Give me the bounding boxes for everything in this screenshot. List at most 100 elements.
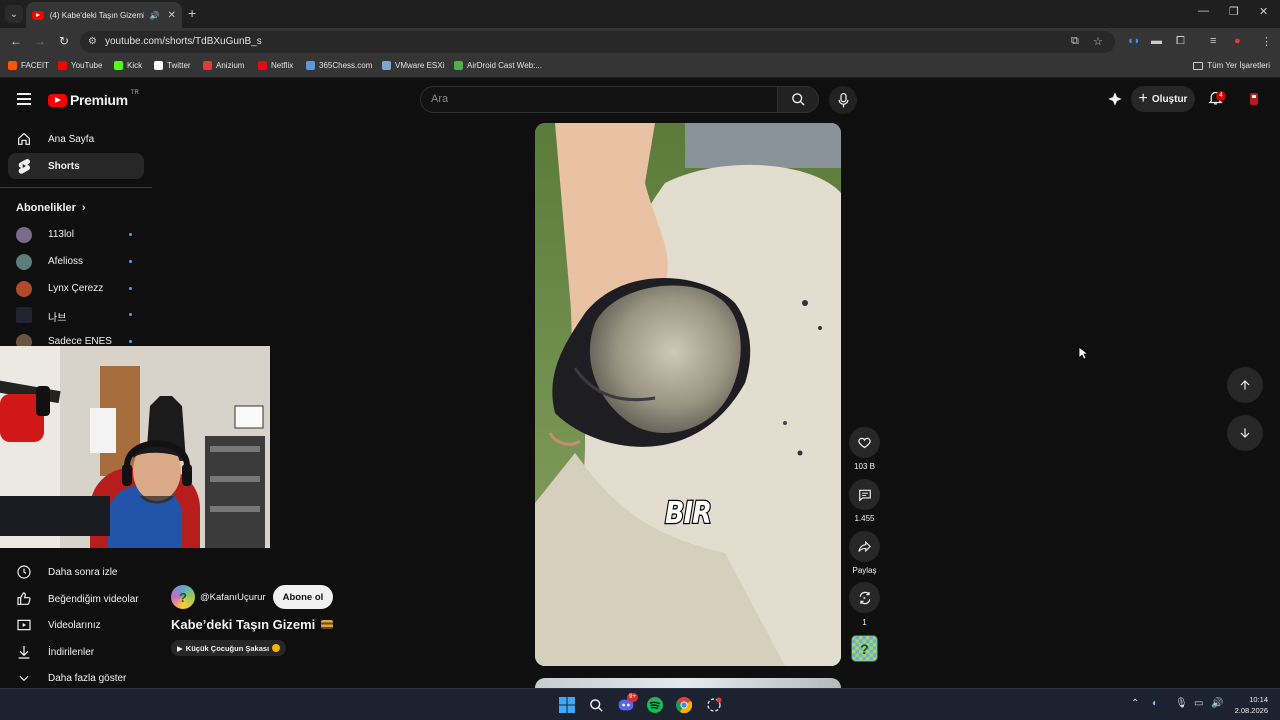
system-clock[interactable]: 10:14 2.08.2026 xyxy=(1228,694,1268,716)
subscriptions-header[interactable]: Abonelikler › xyxy=(16,202,86,214)
comments-button[interactable] xyxy=(849,479,880,510)
sound-thumbnail[interactable]: ? xyxy=(851,635,878,662)
share-button[interactable] xyxy=(849,531,880,562)
remix-button[interactable] xyxy=(849,582,880,613)
window-close-icon[interactable]: ✕ xyxy=(1259,5,1268,18)
microphone-tray-icon[interactable]: 🎙 xyxy=(1175,698,1188,709)
browser-tab[interactable]: (4) Kabe'deki Taşın Gizemi 🔊 ✕ xyxy=(26,2,182,28)
back-icon[interactable]: ← xyxy=(8,34,24,48)
shorts-video-player[interactable]: BIR xyxy=(535,123,841,666)
bookmark-twitter[interactable]: Twitter xyxy=(154,61,191,70)
address-bar[interactable]: ⚙ youtube.com/shorts/TdBXuGunB_s ⧉ ☆ xyxy=(80,31,1115,53)
site-info-icon[interactable]: ⚙ xyxy=(88,36,97,47)
channel-avatar[interactable]: ? xyxy=(171,585,195,609)
bookmarks-bar: FACEIT YouTube Kick Twitter Anizium Netf… xyxy=(0,56,1280,78)
chevron-down-icon xyxy=(16,670,32,686)
chrome-menu-icon[interactable]: ⋮ xyxy=(1261,35,1272,48)
play-triangle-icon: ▶ xyxy=(177,643,183,653)
channel-avatar xyxy=(16,227,32,243)
install-app-icon[interactable]: ⧉ xyxy=(1071,35,1079,48)
new-content-dot xyxy=(129,313,132,316)
sidebar-item-downloads[interactable]: İndirilenler xyxy=(8,639,144,665)
account-avatar[interactable] xyxy=(1248,93,1260,105)
extensions-puzzle-icon[interactable]: ⧠ xyxy=(1176,35,1185,48)
kaaba-emoji-icon xyxy=(321,620,334,629)
gemini-sparkle-icon[interactable] xyxy=(1107,91,1123,112)
previous-short-button[interactable] xyxy=(1227,367,1263,403)
subscription-item[interactable]: Lynx Çerezz xyxy=(8,277,144,301)
microphone-icon xyxy=(838,92,848,107)
sidebar-item-home[interactable]: Ana Sayfa xyxy=(8,126,144,152)
shorts-icon xyxy=(16,158,32,174)
profile-icon[interactable]: ● xyxy=(1234,35,1241,47)
like-button[interactable] xyxy=(849,427,880,458)
reload-icon[interactable]: ↻ xyxy=(56,34,72,48)
music-chip[interactable]: ▶ Küçük Çocuğun Şakası xyxy=(171,640,287,656)
browser-toolbar: ← → ↻ ⚙ youtube.com/shorts/TdBXuGunB_s ⧉… xyxy=(0,28,1280,56)
tray-overflow-icon[interactable]: ⌃ xyxy=(1131,698,1139,709)
download-icon xyxy=(16,644,32,660)
spotify-icon[interactable] xyxy=(646,696,664,714)
new-tab-button[interactable]: + xyxy=(188,5,196,21)
channel-avatar xyxy=(16,254,32,270)
bookmark-faceit[interactable]: FACEIT xyxy=(8,61,49,70)
bookmark-airdroid[interactable]: AirDroid Cast Web:... xyxy=(454,61,542,70)
minimize-icon[interactable]: — xyxy=(1198,5,1209,17)
search-input[interactable] xyxy=(431,93,731,105)
bookmark-star-icon[interactable]: ☆ xyxy=(1093,35,1103,48)
subscription-item[interactable]: Afelioss xyxy=(8,250,144,274)
next-short-button[interactable] xyxy=(1227,415,1263,451)
steam-icon[interactable]: ◐ xyxy=(1152,698,1158,709)
url-text: youtube.com/shorts/TdBXuGunB_s xyxy=(105,36,262,47)
voice-search-button[interactable] xyxy=(829,86,857,114)
tab-close-icon[interactable]: ✕ xyxy=(168,10,176,21)
media-control-icon[interactable]: ≡ xyxy=(1210,35,1216,47)
bookmark-kick[interactable]: Kick xyxy=(114,61,142,70)
kick-icon xyxy=(114,61,123,70)
bookmark-vmware[interactable]: VMware ESXi xyxy=(382,61,444,70)
tab-search-icon[interactable]: ⌄ xyxy=(5,5,23,23)
restore-icon[interactable]: ❐ xyxy=(1229,5,1239,18)
windows-start-icon[interactable] xyxy=(558,696,576,714)
subscription-item[interactable]: 113lol xyxy=(8,223,144,247)
sidebar-item-watch-later[interactable]: Daha sonra izle xyxy=(8,559,144,585)
youtube-favicon-icon xyxy=(32,10,44,20)
search-button[interactable] xyxy=(777,86,819,113)
bookmark-365chess[interactable]: 365Chess.com xyxy=(306,61,372,70)
chevron-right-icon: › xyxy=(81,202,86,214)
network-icon[interactable]: ▭ xyxy=(1194,698,1203,709)
search-field[interactable] xyxy=(420,86,778,113)
youtube-icon xyxy=(58,61,67,70)
share-icon xyxy=(858,540,871,553)
extension-audio-icon[interactable]: ◖◗ xyxy=(1127,35,1140,47)
channel-avatar xyxy=(16,307,32,323)
chrome-icon[interactable] xyxy=(675,696,693,714)
bookmark-netflix[interactable]: Netflix xyxy=(258,61,293,70)
extension-icon[interactable]: ▬ xyxy=(1151,35,1162,47)
forward-icon[interactable]: → xyxy=(32,34,48,48)
mouse-cursor-icon xyxy=(1078,346,1088,360)
audio-playing-icon[interactable]: 🔊 xyxy=(150,11,160,20)
search-icon[interactable] xyxy=(587,696,605,714)
video-title[interactable]: Kabe’deki Taşın Gizemi xyxy=(171,617,334,632)
remix-count: 1 xyxy=(862,618,867,627)
sidebar-item-shorts[interactable]: Shorts xyxy=(8,153,144,179)
x-icon xyxy=(154,61,163,70)
app-icon[interactable] xyxy=(705,696,723,714)
notification-count-badge: 4 xyxy=(1216,91,1226,101)
new-content-dot xyxy=(129,233,132,236)
subscribe-button[interactable]: Abone ol xyxy=(272,585,334,609)
volume-icon[interactable]: 🔊 xyxy=(1211,698,1223,709)
sidebar-item-your-videos[interactable]: Videolarınız xyxy=(8,612,144,638)
channel-name[interactable]: @KafanıUçurur xyxy=(200,592,266,603)
bookmark-youtube[interactable]: YouTube xyxy=(58,61,102,70)
new-content-dot xyxy=(129,260,132,263)
youtube-premium-logo[interactable]: Premium TR xyxy=(48,90,139,108)
bookmark-anizium[interactable]: Anizium xyxy=(203,61,244,70)
subscription-item[interactable]: 나브 xyxy=(8,303,144,327)
sidebar-item-liked-videos[interactable]: Beğendiğim videolar xyxy=(8,586,144,612)
create-button[interactable]: + Oluştur xyxy=(1131,86,1195,112)
all-bookmarks[interactable]: Tüm Yer İşaretleri xyxy=(1193,61,1270,70)
menu-icon[interactable] xyxy=(17,93,31,105)
remix-icon xyxy=(859,591,870,604)
